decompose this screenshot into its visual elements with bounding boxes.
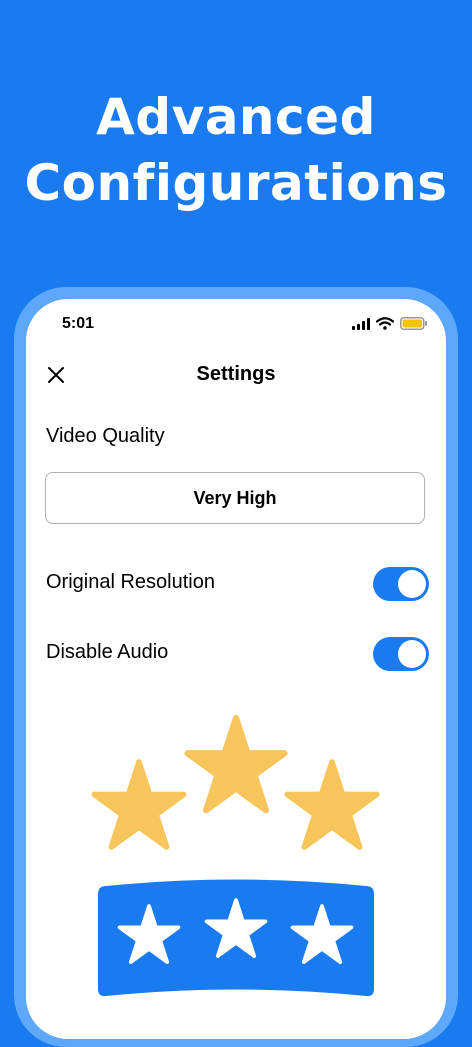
rating-star-icon xyxy=(94,762,183,847)
rating-star-icon xyxy=(187,718,284,810)
headline: Advanced Configurations xyxy=(0,84,472,216)
status-time: 5:01 xyxy=(62,315,95,332)
phone-screen: 5:01 Settings Video Quality Very High Or… xyxy=(26,299,446,1039)
disable-audio-label: Disable Audio xyxy=(46,641,169,663)
signal-icon xyxy=(352,317,370,330)
video-quality-label: Video Quality xyxy=(46,425,165,447)
status-icons xyxy=(352,317,428,330)
original-resolution-toggle[interactable] xyxy=(373,567,429,601)
rating-illustration xyxy=(26,699,446,997)
video-quality-value: Very High xyxy=(193,487,277,508)
headline-line-1: Advanced xyxy=(96,88,376,146)
video-quality-select[interactable]: Very High xyxy=(45,472,425,524)
rating-star-icon xyxy=(287,762,376,847)
page-title: Settings xyxy=(196,363,276,385)
wifi-icon xyxy=(376,317,394,330)
headline-line-2: Configurations xyxy=(24,154,448,212)
disable-audio-toggle[interactable] xyxy=(373,637,429,671)
toggle-knob xyxy=(398,570,426,598)
original-resolution-label: Original Resolution xyxy=(46,571,215,593)
toggle-knob xyxy=(398,640,426,668)
battery-icon xyxy=(400,317,427,330)
